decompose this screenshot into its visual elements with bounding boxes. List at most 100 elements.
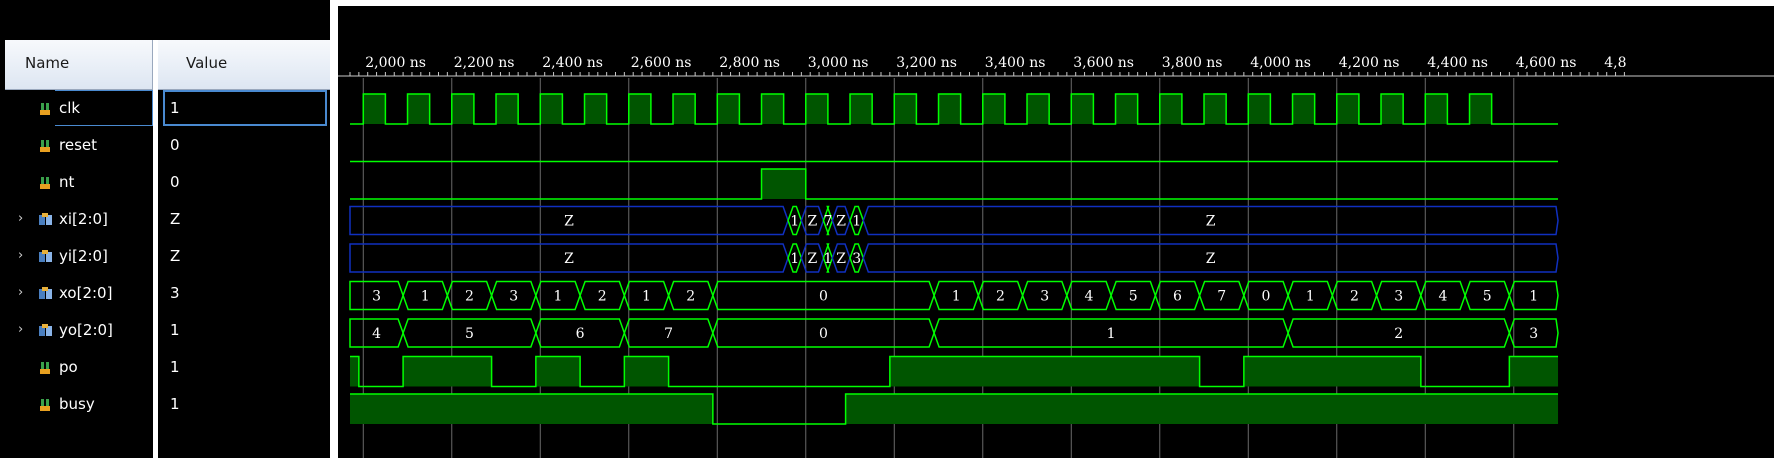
- xo-bus-value-label: 3: [1394, 289, 1403, 305]
- expand-chevron-icon[interactable]: ›: [18, 322, 30, 337]
- signal-name: yi[2:0]: [59, 247, 108, 265]
- clk-wave-high-fill: [894, 94, 917, 124]
- column-divider[interactable]: [153, 40, 158, 458]
- xo-bus-value-label: 4: [1085, 289, 1094, 305]
- po-wave-high-fill: [403, 356, 492, 387]
- signal-row-yo[interactable]: › yo[2:0] 1: [0, 312, 330, 350]
- po-wave-high-fill: [1243, 356, 1421, 387]
- bit-signal-icon: [40, 177, 50, 189]
- xo-bus-value-label: 3: [509, 289, 518, 305]
- clk-wave-high-fill: [363, 94, 386, 124]
- waveform-panel[interactable]: 2,000 ns 2,200 ns 2,400 ns 2,600 ns 2,800 ns…: [338, 6, 1774, 458]
- signal-name: xo[2:0]: [59, 284, 113, 302]
- timeline-tick-label: 4,400 ns: [1427, 55, 1488, 71]
- timeline-tick-label: 2,200 ns: [454, 55, 515, 71]
- yo-bus-value-label: 1: [1107, 326, 1116, 342]
- busy-wave-high-fill: [845, 394, 1559, 424]
- timeline-tick-label: 3,600 ns: [1073, 55, 1134, 71]
- xi-bus-value-label: Z: [808, 214, 818, 230]
- yo-bus-value-label: 6: [576, 326, 585, 342]
- yi-bus-value-label: Z: [1206, 251, 1216, 267]
- yo-bus-value-label: 2: [1394, 326, 1403, 342]
- yi-bus-value-label: Z: [808, 251, 818, 267]
- yi-bus-value-label: 1: [823, 251, 832, 267]
- timeline-tick-label: 2,000 ns: [365, 55, 426, 71]
- xo-bus-value-label: 2: [996, 289, 1005, 305]
- clk-wave-high-fill: [1027, 94, 1050, 124]
- clk-wave-high-fill: [1469, 94, 1492, 124]
- yi-bus-value-label: 3: [852, 251, 861, 267]
- name-column-header[interactable]: Name: [5, 40, 153, 90]
- xi-bus-value-label: Z: [836, 214, 846, 230]
- signal-name: nt: [59, 173, 75, 191]
- xo-bus-value-label: 5: [1129, 289, 1138, 305]
- bit-signal-icon: [40, 103, 50, 115]
- expand-chevron-icon[interactable]: ›: [18, 211, 30, 226]
- xi-bus-value-label: Z: [1206, 214, 1216, 230]
- signal-row-nt[interactable]: nt 0: [0, 164, 330, 202]
- signal-row-xi[interactable]: › xi[2:0] Z: [0, 201, 330, 239]
- xo-bus-value-label: 3: [372, 289, 381, 305]
- signal-list-panel: Name Value clk 1 reset 0 nt 0 › xi[2:0] Z › yi[2:0…: [0, 0, 336, 458]
- clk-wave-high-fill: [1159, 94, 1182, 124]
- signal-name: xi[2:0]: [59, 210, 108, 228]
- signal-value: 1: [170, 395, 180, 413]
- xo-bus-value-label: 1: [1306, 289, 1315, 305]
- yi-bus-value-label: 1: [790, 251, 799, 267]
- clk-wave-high-fill: [451, 94, 474, 124]
- clk-wave-high-fill: [1425, 94, 1448, 124]
- signal-value: 3: [170, 284, 180, 302]
- bus-signal-icon: [39, 213, 52, 225]
- xi-bus-value-label: 1: [852, 214, 861, 230]
- xo-bus-value-label: 3: [1040, 289, 1049, 305]
- yi-bus-value-label: Z: [836, 251, 846, 267]
- xo-bus-value-label: 1: [554, 289, 563, 305]
- value-column-header[interactable]: Value: [158, 40, 330, 90]
- clk-wave-high-fill: [1115, 94, 1138, 124]
- xo-bus-value-label: 0: [1262, 289, 1271, 305]
- xo-bus-value-label: 2: [686, 289, 695, 305]
- yo-bus-value-label: 5: [465, 326, 474, 342]
- bus-signal-icon: [39, 287, 52, 299]
- po-wave-high-fill: [624, 356, 669, 387]
- po-wave-high-fill: [1509, 356, 1559, 387]
- signal-name: reset: [59, 136, 97, 154]
- timeline-tick-label: 3,800 ns: [1162, 55, 1223, 71]
- timeline-tick-label: 4,8: [1604, 55, 1626, 71]
- clk-wave-high-fill: [938, 94, 961, 124]
- signal-row-po[interactable]: po 1: [0, 349, 330, 387]
- xo-bus-value-label: 1: [952, 289, 961, 305]
- clk-wave-high-fill: [1071, 94, 1094, 124]
- xi-bus-value-label: Z: [564, 214, 574, 230]
- timeline-tick-label: 2,800 ns: [719, 55, 780, 71]
- bit-signal-icon: [40, 362, 50, 374]
- clk-wave-high-fill: [1292, 94, 1315, 124]
- signal-value: Z: [170, 247, 181, 265]
- expand-chevron-icon[interactable]: ›: [18, 248, 30, 263]
- selected-value-cell[interactable]: [163, 90, 327, 126]
- waveform-canvas[interactable]: 2,000 ns 2,200 ns 2,400 ns 2,600 ns 2,800 ns…: [338, 6, 1774, 458]
- clk-wave-high-fill: [496, 94, 519, 124]
- signal-row-busy[interactable]: busy 1: [0, 386, 330, 424]
- signal-row-xo[interactable]: › xo[2:0] 3: [0, 275, 330, 313]
- xo-bus-value-label: 2: [1350, 289, 1359, 305]
- expand-chevron-icon[interactable]: ›: [18, 285, 30, 300]
- panel-splitter[interactable]: [330, 0, 338, 458]
- nt-wave-high-fill: [761, 169, 806, 199]
- clk-wave-high-fill: [407, 94, 430, 124]
- signal-value: 0: [170, 136, 180, 154]
- signal-row-yi[interactable]: › yi[2:0] Z: [0, 238, 330, 276]
- signal-name: yo[2:0]: [59, 321, 113, 339]
- clk-wave-high-fill: [761, 94, 784, 124]
- clk-wave-high-fill: [1204, 94, 1227, 124]
- signal-value: 1: [170, 358, 180, 376]
- yo-bus-value-label: 7: [664, 326, 673, 342]
- clk-wave-high-fill: [805, 94, 828, 124]
- name-column-label: Name: [25, 54, 70, 72]
- waveform-viewer-window: Name Value clk 1 reset 0 nt 0 › xi[2:0] Z › yi[2:0…: [0, 0, 1774, 458]
- xo-bus-value-label: 6: [1173, 289, 1182, 305]
- yo-bus-value-label: 3: [1529, 326, 1538, 342]
- bit-signal-icon: [40, 399, 50, 411]
- signal-row-reset[interactable]: reset 0: [0, 127, 330, 165]
- bit-signal-icon: [40, 140, 50, 152]
